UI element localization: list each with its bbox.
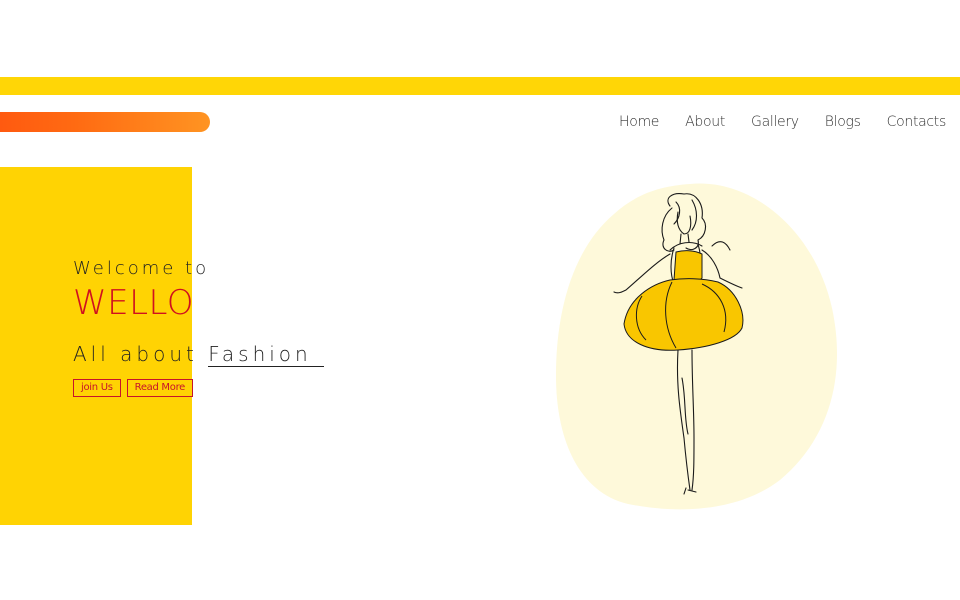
hero-buttons: join Us Read More (73, 379, 194, 397)
read-more-button[interactable]: Read More (126, 379, 194, 397)
tagline: All about Fashion (73, 342, 324, 367)
nav-contacts[interactable]: Contacts (887, 113, 947, 131)
welcome-heading: Welcome to (73, 258, 210, 279)
join-us-button[interactable]: join Us (73, 379, 121, 397)
tagline-prefix: All about (73, 342, 198, 366)
fashion-model-illustration (556, 183, 838, 510)
tagline-accent: Fashion (208, 342, 324, 367)
brand-name: WELLO (73, 283, 195, 323)
orange-accent-bar (0, 112, 210, 132)
nav-gallery[interactable]: Gallery (751, 113, 799, 131)
nav-home[interactable]: Home (619, 113, 659, 131)
top-stripe (0, 77, 960, 95)
main-nav: Home About Gallery Blogs Contacts (619, 113, 946, 131)
nav-about[interactable]: About (685, 113, 725, 131)
nav-blogs[interactable]: Blogs (825, 113, 861, 131)
